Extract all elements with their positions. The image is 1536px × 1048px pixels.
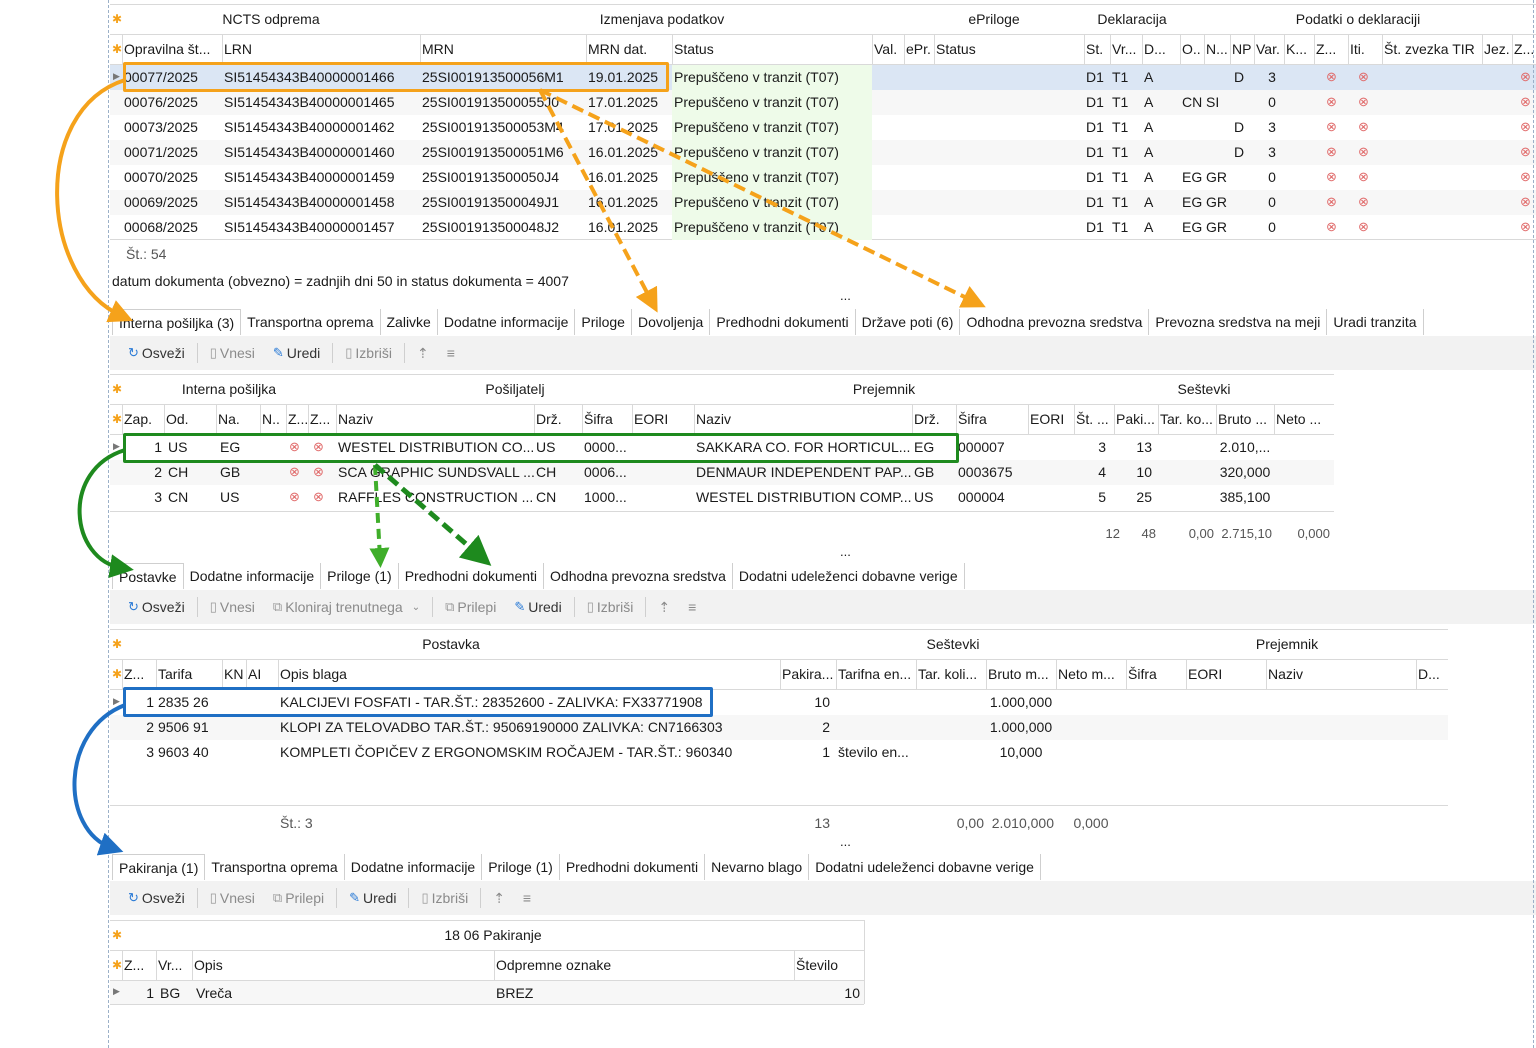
arrow-green-to-predhodni-dokumenti xyxy=(373,463,492,566)
arrow-orange-to-priloge xyxy=(538,89,658,313)
arrow-orange-to-shipment-tabs xyxy=(55,78,133,323)
arrow-green-to-items-tabs xyxy=(77,448,134,579)
arrow-orange-to-drzave-poti xyxy=(539,88,986,308)
annotation-arrows xyxy=(55,78,986,856)
arrow-green-to-priloge xyxy=(369,464,390,568)
arrow-blue-to-packaging-tabs xyxy=(72,703,126,856)
